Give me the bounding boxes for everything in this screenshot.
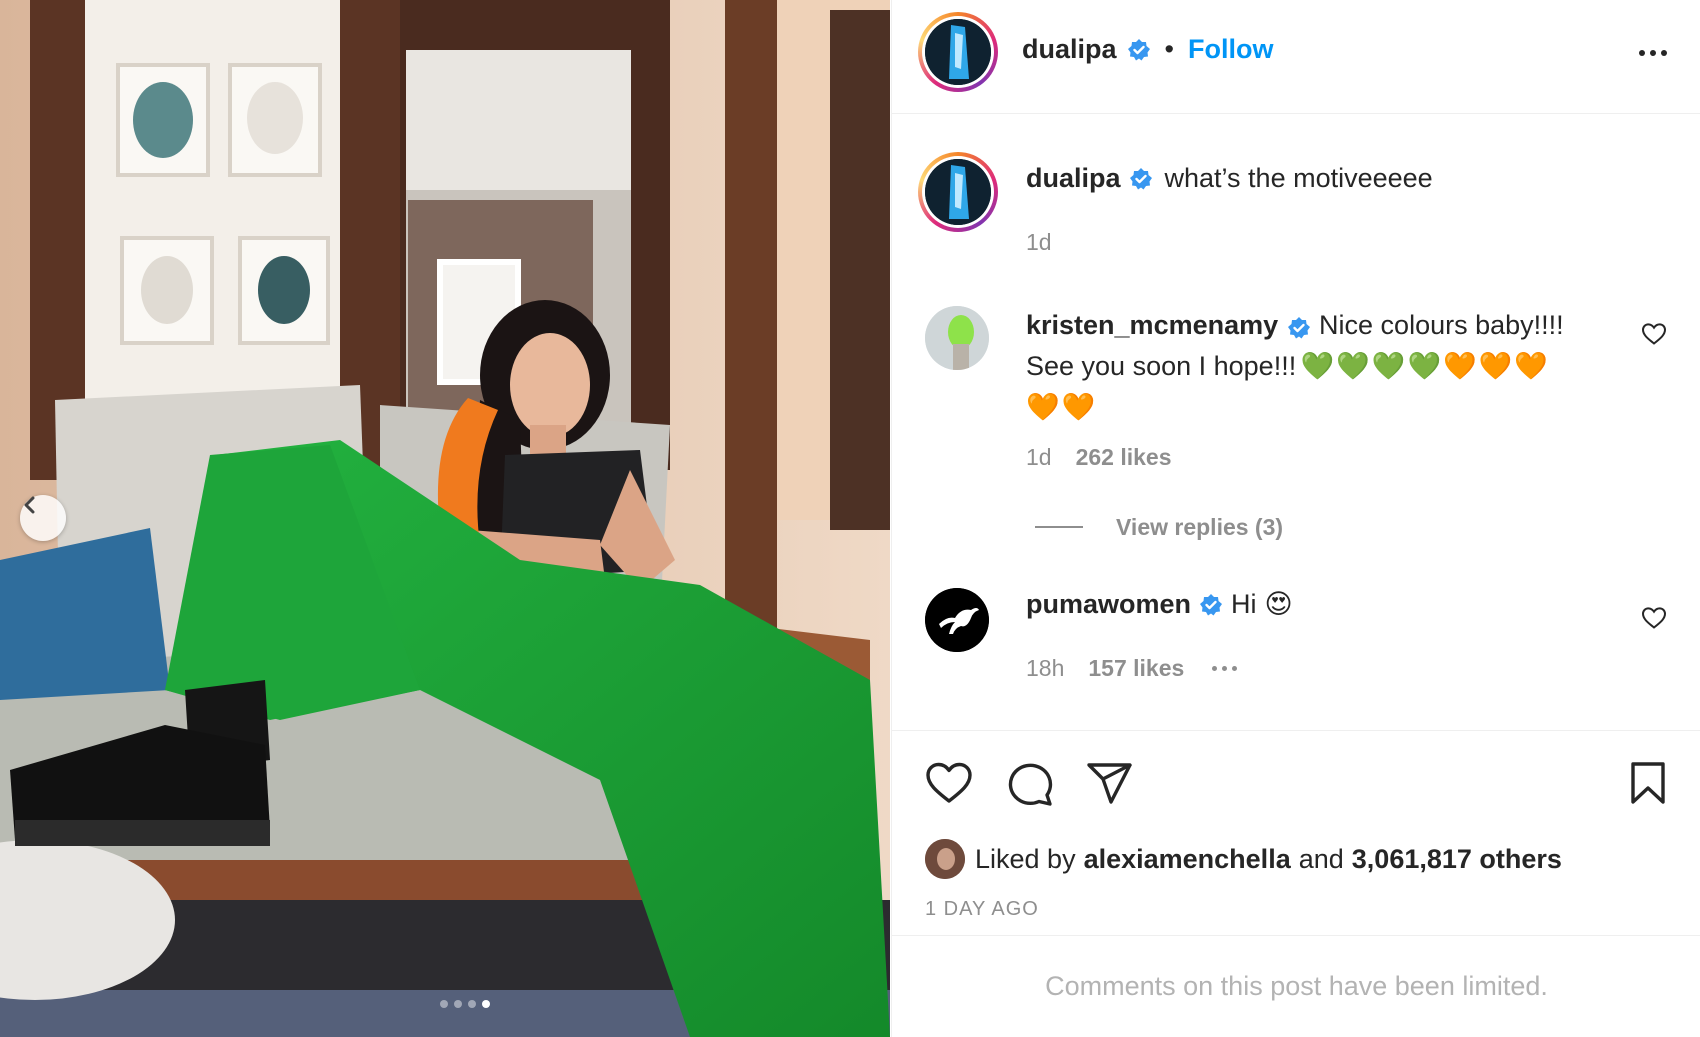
comment-text: Hi [1231, 589, 1257, 619]
comment-text: See you soon I hope!!! [1026, 351, 1297, 381]
comment-meta: 18h 157 likes [1026, 655, 1238, 682]
post-timestamp: 1 DAY AGO [925, 898, 1039, 920]
comment-avatar[interactable] [925, 588, 989, 652]
comment-options-icon[interactable] [1212, 666, 1238, 671]
comment-time: 18h [1026, 655, 1065, 681]
author-username[interactable]: dualipa [1022, 34, 1117, 65]
comment-emoji: 🧡🧡 [1026, 392, 1098, 422]
comment-like-heart-icon[interactable] [1641, 606, 1667, 630]
comment-time: 1d [1026, 444, 1052, 470]
comments-limited-notice: Comments on this post have been limited. [892, 935, 1700, 1037]
post-image [0, 0, 890, 1037]
puma-logo-icon [925, 588, 989, 652]
likes-joiner: and [1298, 843, 1344, 874]
header-separator: • [1164, 34, 1174, 64]
avatar-image [925, 159, 991, 225]
view-replies-button[interactable]: View replies (3) [1116, 514, 1283, 541]
carousel-indicator [0, 1000, 890, 1008]
more-options-icon[interactable] [1635, 38, 1671, 68]
bookmark-icon[interactable] [1628, 761, 1668, 805]
comment-likes[interactable]: 157 likes [1088, 655, 1184, 682]
comment-text: Nice colours baby!!!! [1319, 310, 1564, 340]
verified-badge-icon [1129, 167, 1152, 189]
comment-avatar[interactable] [925, 306, 989, 370]
likes-count[interactable]: 3,061,817 others [1352, 844, 1562, 875]
caption-username[interactable]: dualipa [1026, 163, 1121, 194]
replies-divider [1035, 526, 1083, 528]
caption-author-avatar[interactable] [918, 152, 998, 232]
post-photo[interactable] [0, 0, 890, 1037]
action-bar [892, 730, 1700, 840]
verified-badge-icon [1287, 316, 1310, 339]
comment-body: kristen_mcmenamy Nice colours baby!!!! S… [1026, 307, 1596, 430]
carousel-prev-button[interactable] [20, 495, 66, 541]
comment-username[interactable]: pumawomen [1026, 589, 1191, 620]
comment-like-heart-icon[interactable] [1641, 322, 1667, 346]
likes-summary: Liked by alexiamenchella and 3,061,817 o… [925, 838, 1562, 880]
liker-username[interactable]: alexiamenchella [1084, 844, 1291, 875]
likes-prefix: Liked by [975, 843, 1076, 874]
carousel-dot-active [482, 1000, 490, 1008]
post-header: dualipa • Follow [892, 0, 1700, 114]
caption-time: 1d [1026, 229, 1052, 255]
follow-button[interactable]: Follow [1188, 34, 1273, 65]
comment-username[interactable]: kristen_mcmenamy [1026, 310, 1278, 340]
carousel-dot [468, 1000, 476, 1008]
comment-icon[interactable] [1006, 761, 1054, 807]
heart-icon[interactable] [925, 761, 973, 805]
verified-badge-icon [1200, 593, 1223, 615]
chevron-left-icon [24, 496, 35, 514]
post-sidebar: dualipa • Follow dualipa what’s the moti… [891, 0, 1700, 1037]
comment-emoji: 😍 [1264, 589, 1293, 619]
verified-badge-icon [1127, 38, 1150, 60]
comment-meta: 1d 262 likes [1026, 444, 1172, 471]
caption-text: what’s the motiveeeee [1164, 163, 1433, 193]
avatar-image [925, 839, 965, 879]
avatar-image [925, 306, 989, 370]
comment-body: pumawomen Hi 😍 [1026, 589, 1293, 620]
author-avatar[interactable] [918, 12, 998, 92]
carousel-dot [440, 1000, 448, 1008]
caption: dualipa what’s the motiveeeee [1026, 163, 1433, 194]
avatar-image [925, 19, 991, 85]
carousel-dot [454, 1000, 462, 1008]
share-icon[interactable] [1086, 761, 1134, 805]
comment-emoji: 💚💚💚💚🧡🧡🧡 [1300, 351, 1550, 381]
liker-avatar[interactable] [925, 839, 965, 879]
comment-likes[interactable]: 262 likes [1076, 444, 1172, 471]
